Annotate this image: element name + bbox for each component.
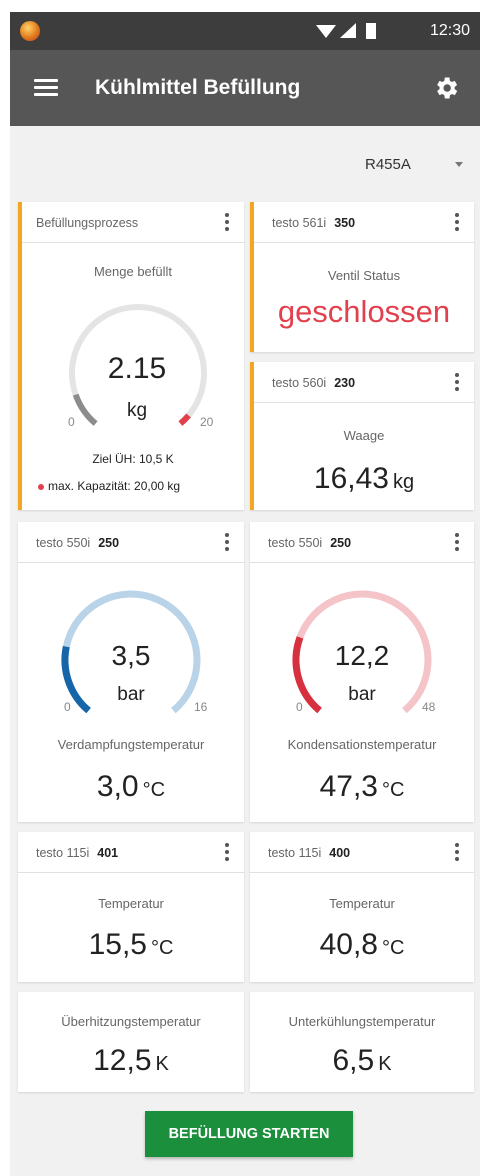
- more-options-icon[interactable]: [454, 843, 460, 863]
- temperature-card-right: testo 115i 400 Temperatur 40,8 °C: [250, 832, 474, 982]
- device-id: 230: [334, 376, 356, 390]
- temperature-card-left: testo 115i 401 Temperatur 15,5 °C: [18, 832, 244, 982]
- device-id: 350: [334, 216, 356, 230]
- gauge-max-label: 20: [200, 415, 214, 429]
- filling-process-card: Befüllungsprozess Menge befüllt 2.15 kg …: [18, 202, 244, 510]
- gauge-max-marker: [178, 413, 191, 426]
- gauge-min-label: 0: [296, 700, 303, 714]
- device-id: 250: [98, 536, 120, 550]
- app-screen: 12:30 Kühlmittel Befüllung R455A Befüllu…: [10, 12, 480, 1176]
- card-header: Befüllungsprozess: [22, 202, 244, 243]
- device-name: testo 550i 250: [268, 536, 352, 550]
- subcooling-unit: K: [378, 1053, 392, 1075]
- superheat-value: 12,5 K: [93, 1044, 169, 1077]
- status-bar: 12:30: [10, 12, 480, 50]
- target-superheat: Ziel ÜH: 10,5 K: [92, 452, 174, 466]
- card-header: testo 550i 250: [250, 522, 474, 563]
- more-options-icon[interactable]: [224, 533, 230, 553]
- gauge-min-label: 0: [64, 700, 71, 714]
- hamburger-menu-icon[interactable]: [34, 79, 58, 97]
- condensation-temp-value: 47,3 °C: [319, 770, 405, 803]
- valve-status-label: Ventil Status: [327, 268, 401, 283]
- device-name: testo 561i 350: [272, 216, 356, 230]
- more-options-icon[interactable]: [224, 213, 230, 233]
- temp-unit: °C: [142, 779, 166, 801]
- superheat-label: Überhitzungstemperatur: [61, 1014, 201, 1029]
- refrigerant-select[interactable]: R455A: [365, 156, 463, 173]
- subcooling-value: 6,5 K: [332, 1044, 392, 1077]
- temperature-label: Temperatur: [329, 896, 395, 911]
- evaporation-temp-label: Verdampfungstemperatur: [57, 737, 205, 752]
- dropdown-arrow-icon: [455, 162, 463, 167]
- card-header: testo 115i 400: [250, 832, 474, 873]
- card-title: Befüllungsprozess: [36, 216, 139, 230]
- scale-value: 16,43 kg: [313, 462, 415, 495]
- more-options-icon[interactable]: [454, 213, 460, 233]
- cell-signal-icon: [340, 23, 356, 38]
- page-title: Kühlmittel Befüllung: [95, 76, 301, 99]
- gauge-max-label: 48: [422, 700, 436, 714]
- max-capacity-text: max. Kapazität: 20,00 kg: [48, 479, 181, 493]
- high-pressure-value: 12,2: [334, 640, 390, 671]
- device-name: testo 550i 250: [36, 536, 120, 550]
- signal-icons: [316, 23, 376, 39]
- valve-status-card: testo 561i 350 Ventil Status geschlossen: [250, 202, 474, 352]
- testo-app-icon: [20, 21, 40, 41]
- gauge-max-label: 16: [194, 700, 208, 714]
- superheat-unit: K: [155, 1053, 169, 1075]
- filled-amount-label: Menge befüllt: [93, 264, 173, 279]
- card-header: testo 115i 401: [18, 832, 244, 873]
- superheat-card: Überhitzungstemperatur 12,5 K: [18, 992, 244, 1092]
- evaporation-temp-value: 3,0 °C: [96, 770, 166, 803]
- scale-unit: kg: [392, 471, 415, 493]
- refrigerant-value: R455A: [365, 156, 411, 173]
- clock: 12:30: [429, 22, 470, 39]
- subcooling-label: Unterkühlungstemperatur: [288, 1014, 436, 1029]
- high-pressure-card: testo 550i 250 12,2 bar 0 48 Kondensation…: [250, 522, 474, 822]
- card-header: testo 560i 230: [254, 362, 474, 403]
- condensation-temp-label: Kondensationstemperatur: [287, 737, 437, 752]
- more-options-icon[interactable]: [224, 843, 230, 863]
- high-pressure-unit: bar: [348, 684, 376, 705]
- device-id: 400: [329, 846, 351, 860]
- device-id: 401: [97, 846, 119, 860]
- subcooling-card: Unterkühlungstemperatur 6,5 K: [250, 992, 474, 1092]
- warning-dot-icon: [38, 483, 44, 490]
- filled-amount-value: 2.15: [107, 352, 167, 385]
- battery-icon: [366, 23, 376, 39]
- more-options-icon[interactable]: [454, 373, 460, 393]
- gauge-min-label: 0: [68, 415, 75, 429]
- temperature-value: 15,5 °C: [88, 928, 174, 961]
- app-toolbar: Kühlmittel Befüllung: [10, 50, 480, 126]
- filled-amount-unit: kg: [126, 400, 148, 421]
- scale-label: Waage: [343, 428, 385, 443]
- temp-unit: °C: [381, 937, 405, 959]
- low-pressure-unit: bar: [117, 684, 145, 705]
- device-name: testo 115i 400: [268, 846, 351, 860]
- gear-icon[interactable]: [432, 74, 460, 102]
- wifi-icon: [316, 25, 336, 38]
- max-capacity: max. Kapazität: 20,00 kg: [38, 479, 180, 493]
- device-name: testo 115i 401: [36, 846, 119, 860]
- temperature-label: Temperatur: [98, 896, 164, 911]
- more-options-icon[interactable]: [454, 533, 460, 553]
- scale-card: testo 560i 230 Waage 16,43 kg: [250, 362, 474, 510]
- start-filling-button[interactable]: BEFÜLLUNG STARTEN: [145, 1111, 353, 1157]
- device-name: testo 560i 230: [272, 376, 356, 390]
- card-header: testo 561i 350: [254, 202, 474, 243]
- card-header: testo 550i 250: [18, 522, 244, 563]
- low-pressure-card: testo 550i 250 3,5 bar 0 16 Verdampfungst…: [18, 522, 244, 822]
- temperature-value: 40,8 °C: [319, 928, 405, 961]
- temp-unit: °C: [150, 937, 174, 959]
- valve-status-value: geschlossen: [277, 294, 451, 329]
- temp-unit: °C: [381, 779, 405, 801]
- low-pressure-value: 3,5: [111, 640, 151, 671]
- gauge-fill: [72, 393, 98, 426]
- device-id: 250: [330, 536, 352, 550]
